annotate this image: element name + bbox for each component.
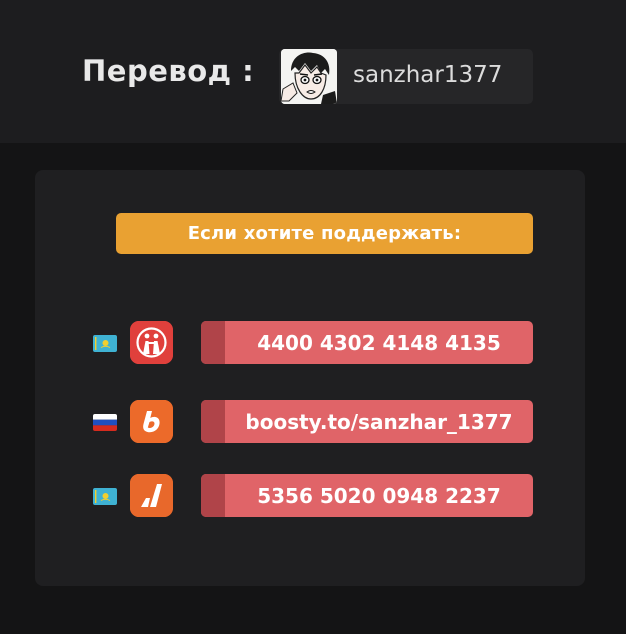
avatar xyxy=(281,49,337,104)
payment-row-boosty: boosty.to/sanzhar_1377 xyxy=(35,400,585,444)
boosty-link: boosty.to/sanzhar_1377 xyxy=(245,409,513,434)
kaspi-card-number: 4400 4302 4148 4135 xyxy=(257,330,501,355)
button-edge xyxy=(201,321,225,364)
payment-row-kaspi: 4400 4302 4148 4135 xyxy=(35,321,585,365)
button-edge xyxy=(201,400,225,443)
donate-card: Если хотите поддержать: 4400 4302 4148 4… xyxy=(35,170,585,586)
page-title: Перевод : xyxy=(82,54,255,88)
username: sanzhar1377 xyxy=(353,62,503,88)
support-banner: Если хотите поддержать: xyxy=(116,213,533,254)
manga-face-avatar-icon xyxy=(281,49,337,104)
boosty-link-button[interactable]: boosty.to/sanzhar_1377 xyxy=(201,400,533,443)
kaspi-card-number-button[interactable]: 4400 4302 4148 4135 xyxy=(201,321,533,364)
freedom-card-number: 5356 5020 0948 2237 xyxy=(257,483,501,508)
boosty-icon[interactable] xyxy=(130,400,173,443)
support-label: Если хотите поддержать: xyxy=(187,223,462,244)
payment-row-freedom: 5356 5020 0948 2237 xyxy=(35,474,585,518)
kazakhstan-flag-icon xyxy=(93,488,117,505)
kaspi-icon[interactable] xyxy=(130,321,173,364)
header: Перевод : sanzhar1377 xyxy=(0,0,626,143)
user-chip[interactable]: sanzhar1377 xyxy=(279,49,533,104)
kazakhstan-flag-icon xyxy=(93,335,117,352)
russia-flag-icon xyxy=(93,414,117,431)
page: Перевод : sanzhar1377 Если хотите поддер… xyxy=(0,0,626,634)
button-edge xyxy=(201,474,225,517)
freedom-card-number-button[interactable]: 5356 5020 0948 2237 xyxy=(201,474,533,517)
freedom-bank-icon[interactable] xyxy=(130,474,173,517)
